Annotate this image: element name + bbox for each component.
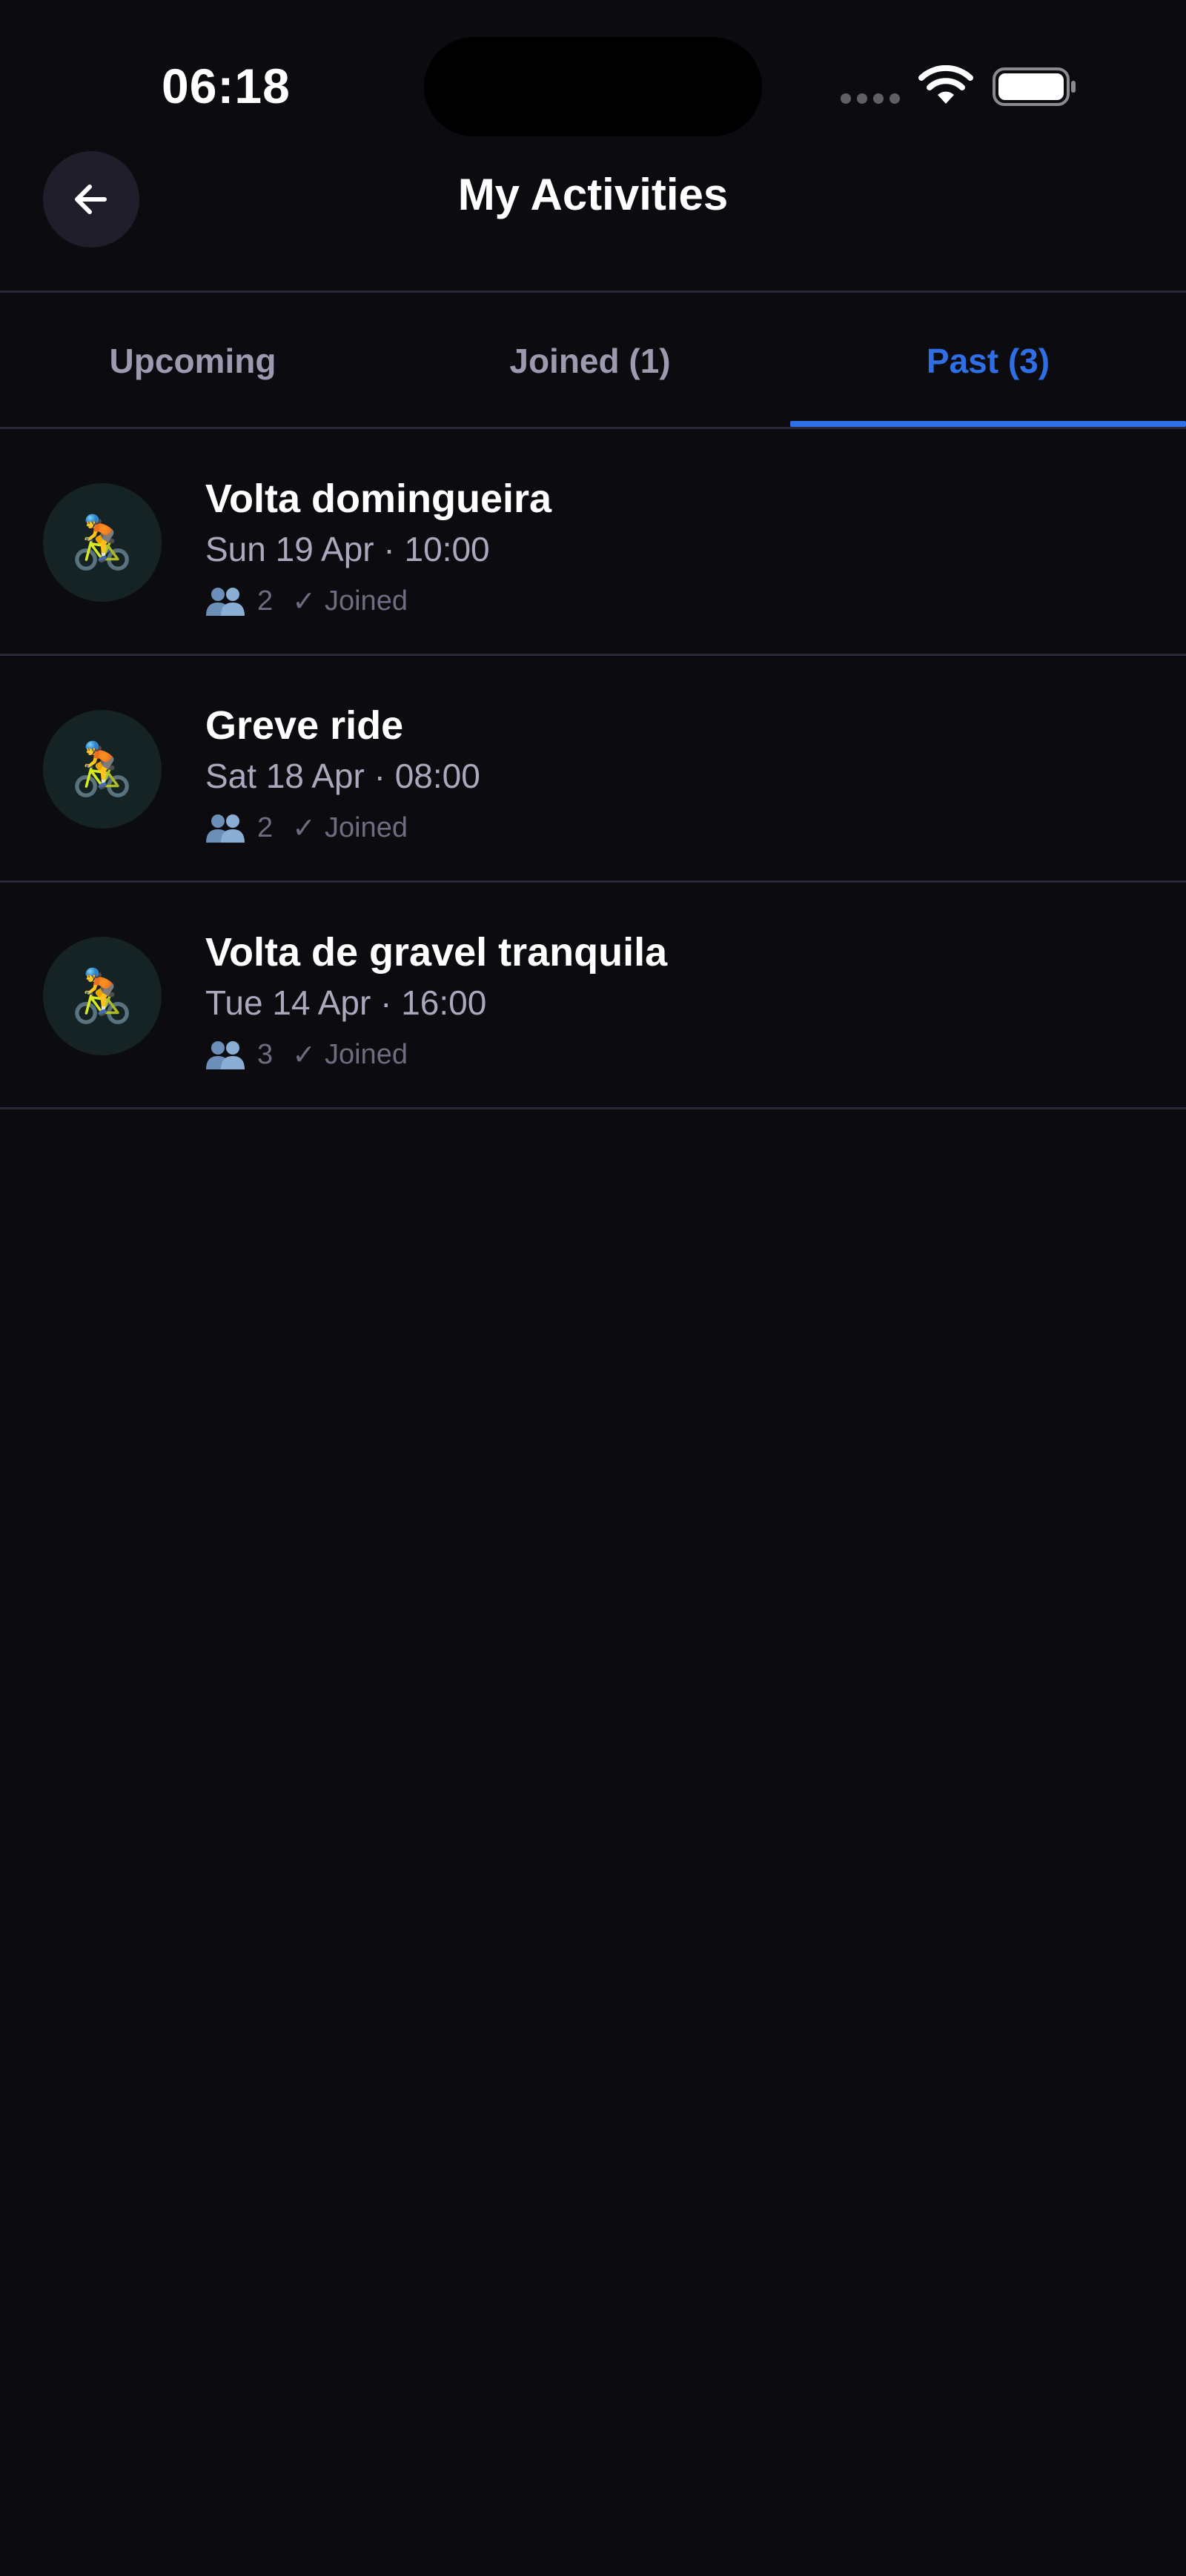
row-divider [0, 654, 1186, 656]
activity-row[interactable]: 🚴 Greve ride Sat 18 Apr · 08:00 2 ✓ Join… [0, 657, 1186, 880]
activity-title: Volta de gravel tranquila [205, 930, 668, 975]
wifi-icon [918, 65, 973, 104]
tab-bar: Upcoming Joined (1) Past (3) [0, 293, 1186, 428]
cyclist-icon: 🚴 [43, 483, 162, 602]
cellular-signal-icon [841, 93, 901, 104]
activity-row[interactable]: 🚴 Volta de gravel tranquila Tue 14 Apr ·… [0, 883, 1186, 1107]
activity-date: Sun 19 Apr · 10:00 [205, 530, 490, 568]
tab-joined-label: Joined (1) [509, 342, 671, 380]
row-divider [0, 880, 1186, 883]
joined-status: Joined [324, 585, 408, 617]
people-icon [206, 1041, 245, 1069]
tabs-divider [0, 427, 1186, 429]
people-icon [206, 814, 245, 843]
cyclist-icon: 🚴 [43, 710, 162, 829]
tab-upcoming-label: Upcoming [109, 342, 276, 380]
people-icon [206, 588, 245, 616]
activity-meta: 2 ✓ Joined [205, 809, 408, 846]
cyclist-emoji: 🚴 [70, 740, 135, 798]
active-tab-indicator [790, 421, 1186, 427]
activity-date: Tue 14 Apr · 16:00 [205, 983, 487, 1022]
participant-count: 3 [257, 1038, 274, 1070]
tab-past-label: Past (3) [926, 342, 1050, 380]
activity-title: Greve ride [205, 703, 404, 748]
participant-count: 2 [257, 585, 274, 617]
cyclist-emoji: 🚴 [70, 514, 135, 571]
activity-title: Volta domingueira [205, 477, 552, 521]
tab-upcoming[interactable]: Upcoming [0, 293, 385, 428]
joined-status: Joined [324, 1038, 408, 1070]
activity-date: Sat 18 Apr · 08:00 [205, 757, 480, 795]
battery-icon [993, 67, 1076, 106]
status-time: 06:18 [162, 59, 291, 113]
check-icon: ✓ [292, 585, 316, 617]
activity-row[interactable]: 🚴 Volta domingueira Sun 19 Apr · 10:00 2… [0, 430, 1186, 654]
tab-joined[interactable]: Joined (1) [397, 293, 783, 428]
check-icon: ✓ [292, 1039, 316, 1071]
header-divider [0, 291, 1186, 293]
activity-meta: 2 ✓ Joined [205, 582, 408, 620]
tab-past[interactable]: Past (3) [790, 293, 1186, 428]
participant-count: 2 [257, 811, 274, 843]
dynamic-island [424, 37, 762, 136]
screen: 06:18 My Activities Upcoming Joined (1) … [0, 0, 1186, 2576]
joined-status: Joined [324, 811, 408, 843]
cyclist-icon: 🚴 [43, 937, 162, 1055]
cyclist-emoji: 🚴 [70, 967, 135, 1025]
row-divider [0, 1107, 1186, 1109]
page-title: My Activities [457, 170, 729, 219]
check-icon: ✓ [292, 812, 316, 844]
activity-meta: 3 ✓ Joined [205, 1036, 408, 1073]
